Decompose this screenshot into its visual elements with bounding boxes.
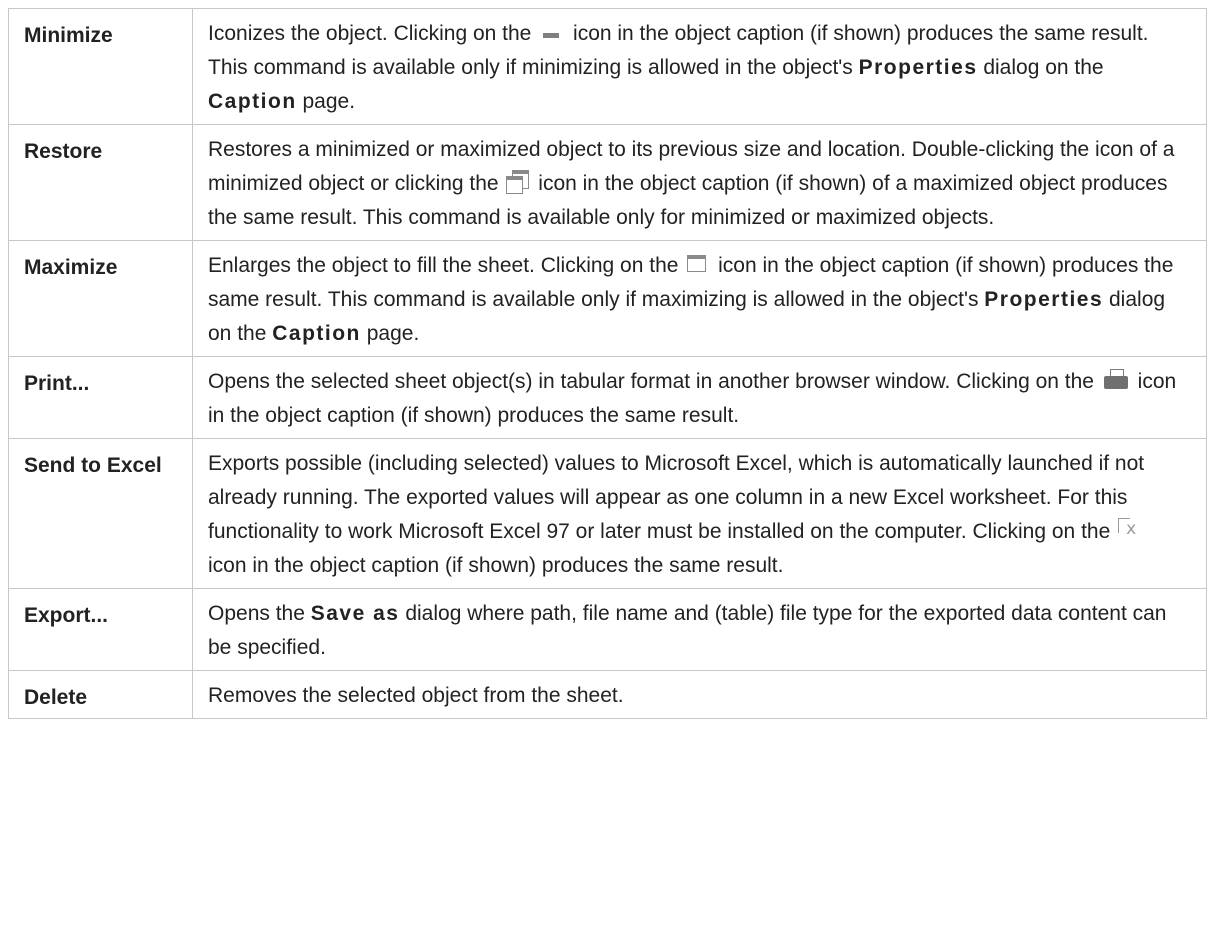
table-row: Minimize Iconizes the object. Clicking o… xyxy=(8,8,1207,125)
ui-term-save-as: Save as xyxy=(310,602,400,625)
command-table: Minimize Iconizes the object. Clicking o… xyxy=(8,8,1207,719)
minimize-icon xyxy=(543,33,560,38)
command-name: Print... xyxy=(8,356,193,439)
command-name: Delete xyxy=(8,670,193,719)
print-icon xyxy=(1103,369,1128,389)
command-description: Iconizes the object. Clicking on the ico… xyxy=(192,8,1207,125)
description-text: Removes the selected object from the she… xyxy=(208,684,624,707)
ui-term-properties: Properties xyxy=(858,56,978,79)
table-row: Export... Opens the Save as dialog where… xyxy=(8,588,1207,671)
command-name: Maximize xyxy=(8,240,193,357)
table-row: Maximize Enlarges the object to fill the… xyxy=(8,240,1207,357)
maximize-icon xyxy=(687,255,707,272)
table-row: Send to Excel Exports possible (includin… xyxy=(8,438,1207,589)
ui-term-caption: Caption xyxy=(272,322,361,345)
description-text: icon in the object caption (if shown) pr… xyxy=(208,554,784,577)
table-row: Delete Removes the selected object from … xyxy=(8,670,1207,719)
description-text: Opens the xyxy=(208,602,311,625)
command-description: Enlarges the object to fill the sheet. C… xyxy=(192,240,1207,357)
command-description: Restores a minimized or maximized object… xyxy=(192,124,1207,241)
command-description: Opens the Save as dialog where path, fil… xyxy=(192,588,1207,671)
description-text: Opens the selected sheet object(s) in ta… xyxy=(208,370,1100,393)
restore-icon xyxy=(506,170,530,194)
ui-term-properties: Properties xyxy=(984,288,1104,311)
description-text: dialog on the xyxy=(977,56,1104,79)
description-text: Exports possible (including selected) va… xyxy=(208,452,1145,543)
description-text: page. xyxy=(296,90,356,113)
command-description: Removes the selected object from the she… xyxy=(192,670,1207,719)
description-text: Iconizes the object. Clicking on the xyxy=(208,22,538,45)
command-description: Exports possible (including selected) va… xyxy=(192,438,1207,589)
table-row: Print... Opens the selected sheet object… xyxy=(8,356,1207,439)
command-name: Send to Excel xyxy=(8,438,193,589)
description-text: page. xyxy=(360,322,420,345)
table-row: Restore Restores a minimized or maximize… xyxy=(8,124,1207,241)
command-name: Minimize xyxy=(8,8,193,125)
send-to-excel-icon: x xyxy=(1118,518,1140,540)
ui-term-caption: Caption xyxy=(208,90,297,113)
command-name: Export... xyxy=(8,588,193,671)
command-name: Restore xyxy=(8,124,193,241)
command-description: Opens the selected sheet object(s) in ta… xyxy=(192,356,1207,439)
description-text: Enlarges the object to fill the sheet. C… xyxy=(208,254,685,277)
